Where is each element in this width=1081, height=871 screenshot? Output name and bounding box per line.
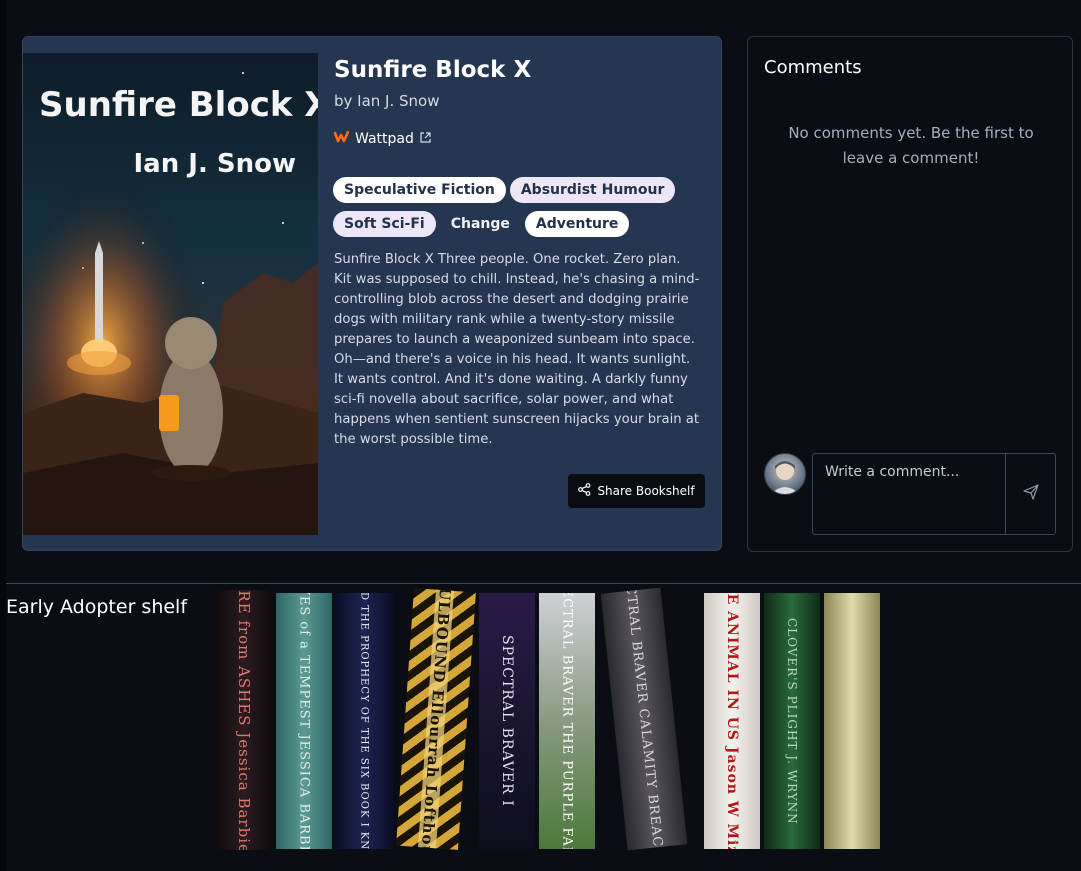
book-cover[interactable]: Sunfire Block X Ian J. Snow	[23, 53, 318, 535]
send-icon	[1022, 484, 1039, 504]
spine-title: WAVES of a TEMPEST JESSICA BARBIERI	[296, 593, 312, 849]
book-spine-gold[interactable]	[824, 593, 880, 849]
comment-composer	[812, 453, 1056, 535]
spine-title: SOULBOUND Ellourrah Lofthouse	[415, 588, 457, 850]
tag-soft-sci-fi[interactable]: Soft Sci-Fi	[333, 211, 436, 237]
avatar[interactable]	[764, 453, 806, 495]
spine-title: SPECTRAL BRAVER THE PURPLE FAR II	[559, 593, 575, 849]
book-description: Sunfire Block X Three people. One rocket…	[334, 252, 700, 447]
spine-title: CLOVER'S PLIGHT J. WRYNN	[785, 617, 799, 825]
book-author[interactable]: by Ian J. Snow	[334, 92, 440, 110]
tag-list: Speculative Fiction Absurdist Humour Soft…	[333, 177, 683, 245]
cover-title: Sunfire Block X	[39, 85, 318, 125]
comments-title: Comments	[764, 57, 862, 78]
external-link-icon	[420, 131, 431, 147]
tag-absurdist-humour[interactable]: Absurdist Humour	[509, 177, 676, 203]
spine-title: FIRE from ASHES Jessica Barbieri	[235, 590, 253, 850]
book-spine-clovers-plight[interactable]: CLOVER'S PLIGHT J. WRYNN	[764, 593, 820, 849]
wattpad-label: Wattpad	[355, 131, 414, 147]
share-label: Share Bookshelf	[597, 484, 695, 498]
cover-art	[23, 53, 318, 535]
left-rail	[0, 0, 6, 871]
shelf-title: Early Adopter shelf	[6, 596, 188, 618]
book-spine-fire-from-ashes[interactable]: FIRE from ASHES Jessica Barbieri	[215, 590, 273, 850]
cover-author: Ian J. Snow	[133, 149, 297, 179]
comments-panel: Comments No comments yet. Be the first t…	[747, 36, 1073, 552]
spine-title: WULFGARD THE PROPHECY OF THE SIX BOOK I …	[358, 593, 370, 849]
tag-adventure[interactable]: Adventure	[524, 211, 630, 237]
book-card: Sunfire Block X Ian J. Snow Sunfire Bloc…	[22, 36, 722, 551]
spine-title: THE ANIMAL IN US Jason W Mizer	[724, 593, 740, 849]
spine-title: SPECTRAL BRAVER I	[499, 635, 515, 807]
book-spine-knightfall[interactable]: WULFGARD THE PROPHECY OF THE SIX BOOK I …	[335, 593, 393, 849]
spine-title: SPECTRAL BRAVER CALAMITY BREACH III	[619, 587, 669, 851]
book-title: Sunfire Block X	[334, 57, 532, 83]
comments-empty-message: No comments yet. Be the first to leave a…	[788, 124, 1034, 167]
share-bookshelf-button[interactable]: Share Bookshelf	[568, 474, 705, 508]
comment-input[interactable]	[813, 454, 1005, 534]
wattpad-logo-icon	[333, 130, 350, 147]
book-spine-the-animal-in-us[interactable]: THE ANIMAL IN US Jason W Mizer	[704, 593, 760, 849]
book-spine-spectral-braver-1[interactable]: SPECTRAL BRAVER I	[479, 593, 535, 849]
book-spine-spectral-braver-3[interactable]: SPECTRAL BRAVER CALAMITY BREACH III	[600, 587, 688, 851]
share-icon	[578, 483, 591, 499]
shelf-divider	[6, 583, 1081, 584]
book-spine-spectral-braver-2[interactable]: SPECTRAL BRAVER THE PURPLE FAR II	[539, 593, 595, 849]
tag-speculative-fiction[interactable]: Speculative Fiction	[333, 177, 506, 203]
book-spine-soulbound[interactable]: SOULBOUND Ellourrah Lofthouse	[396, 588, 476, 850]
tag-change[interactable]: Change	[440, 211, 521, 237]
send-comment-button[interactable]	[1005, 454, 1055, 534]
book-spine-waves-of-a-tempest[interactable]: WAVES of a TEMPEST JESSICA BARBIERI	[276, 593, 332, 849]
wattpad-link[interactable]: Wattpad	[333, 130, 431, 147]
